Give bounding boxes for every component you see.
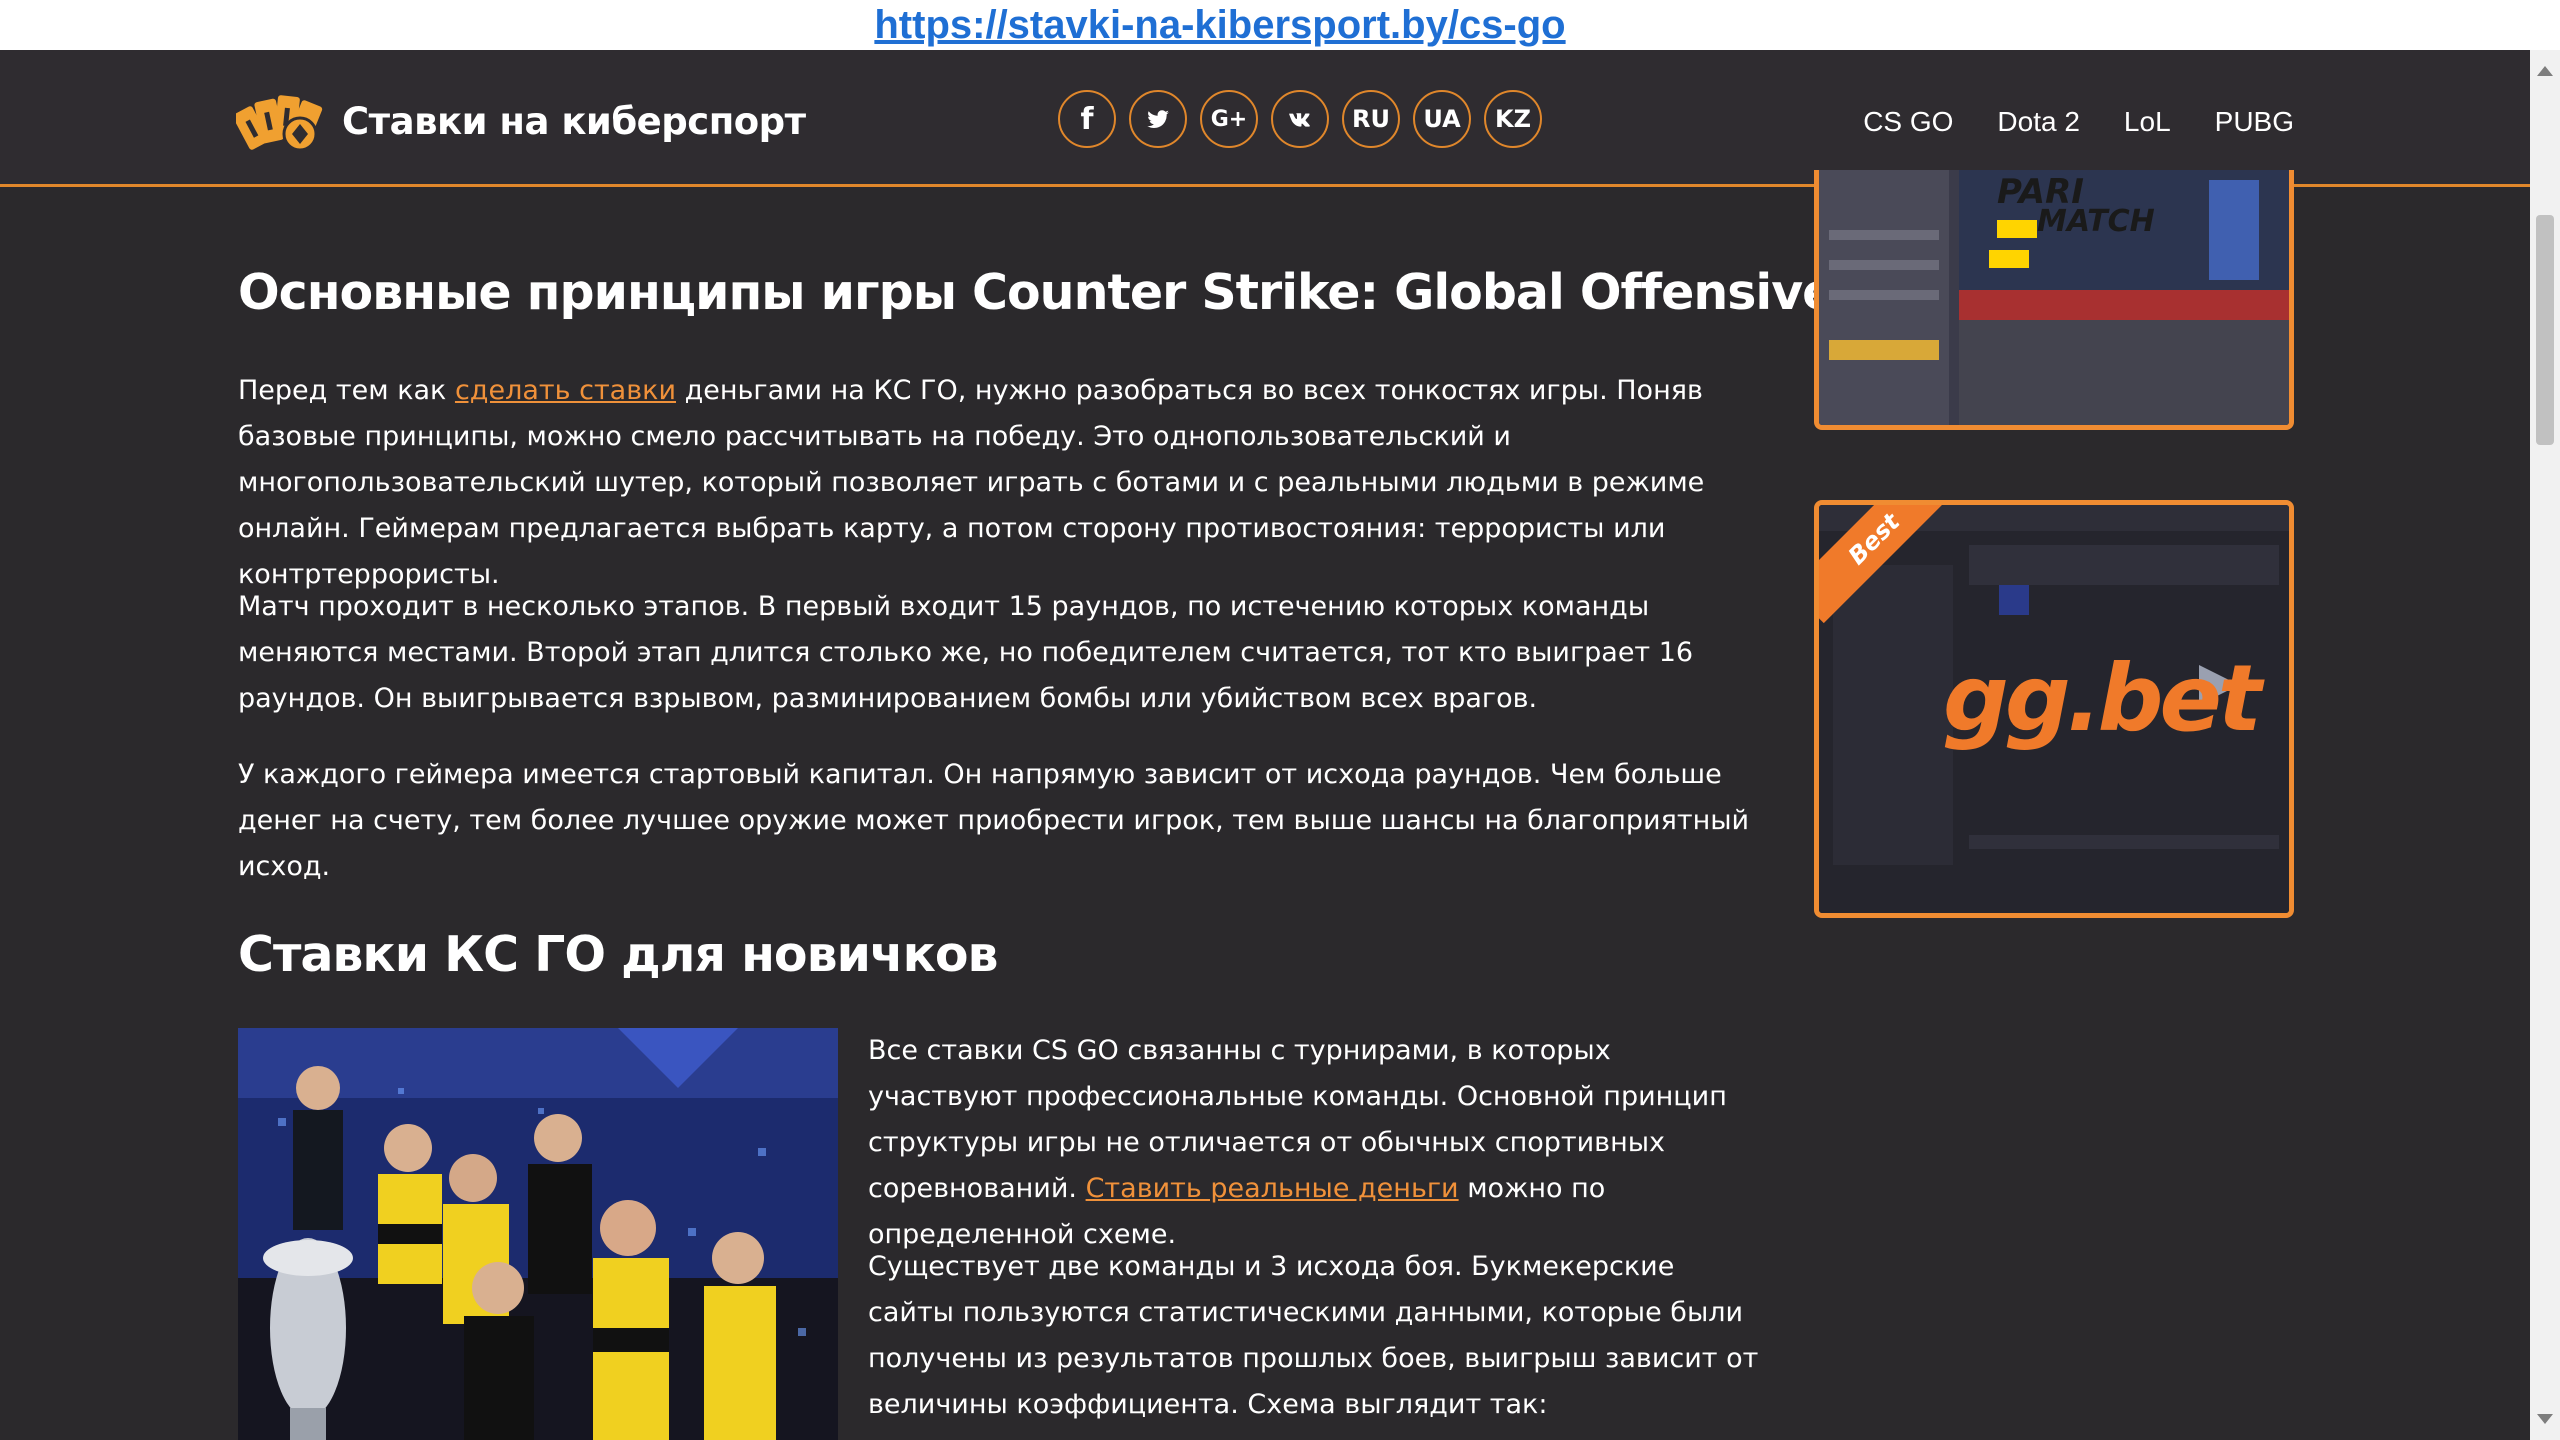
twitter-button[interactable] [1129, 90, 1187, 148]
paragraph-capital: У каждого геймера имеется стартовый капи… [238, 759, 1750, 882]
page-scrollbar[interactable] [2530, 50, 2560, 1440]
lang-ua-button[interactable]: UA [1413, 90, 1471, 148]
paragraph-tournaments: Все ставки CS GO связанны с турнирами, в… [868, 1028, 1768, 1258]
article-heading-beginners: Ставки КС ГО для новичков [238, 926, 999, 983]
google-plus-button[interactable]: G+ [1200, 90, 1258, 148]
social-links: f G+ RU UA KZ [1058, 90, 1542, 148]
nav-item-csgo[interactable]: CS GO [1863, 106, 1953, 138]
url-caption-bar: https://stavki-na-kibersport.by/cs-go [0, 0, 2560, 50]
nav-item-dota2[interactable]: Dota 2 [1997, 106, 2080, 138]
facebook-button[interactable]: f [1058, 90, 1116, 148]
article-heading-principles: Основные принципы игры Counter Strike: G… [238, 264, 1835, 321]
facebook-icon: f [1080, 101, 1094, 137]
cards-logo-icon[interactable] [236, 90, 332, 158]
scroll-thumb[interactable] [2536, 215, 2554, 445]
parimatch-brand-bottom: MATCH [2037, 204, 2155, 239]
paragraph-intro-rest: деньгами на КС ГО, нужно разобраться во … [238, 375, 1705, 590]
scroll-down-arrow-icon[interactable] [2537, 1414, 2553, 1424]
url-caption-link[interactable]: https://stavki-na-kibersport.by/cs-go [874, 0, 1565, 50]
lang-ru-button[interactable]: RU [1342, 90, 1400, 148]
make-bets-link[interactable]: сделать ставки [455, 375, 676, 406]
paragraph-intro: Перед тем как сделать ставки деньгами на… [238, 368, 1768, 598]
parimatch-banner[interactable]: PARI MATCH [1814, 170, 2294, 430]
google-plus-icon: G+ [1210, 106, 1248, 132]
real-money-link[interactable]: Ставить реальные деньги [1086, 1173, 1459, 1204]
team-photo-illustration [238, 1028, 838, 1440]
ggbet-banner[interactable]: Best gg.bet [1814, 500, 2294, 918]
site-name[interactable]: Ставки на киберспорт [342, 100, 806, 143]
scroll-up-arrow-icon[interactable] [2537, 66, 2553, 76]
twitter-icon [1147, 110, 1169, 129]
team-photo [238, 1028, 838, 1440]
nav-item-lol[interactable]: LoL [2124, 106, 2171, 138]
site-header: Ставки на киберспорт f G+ RU UA KZ CS GO… [0, 50, 2530, 187]
nav-item-pubg[interactable]: PUBG [2215, 106, 2294, 138]
ggbet-brand-logo: gg.bet [1943, 645, 2262, 752]
paragraph-intro-start: Перед тем как [238, 375, 455, 406]
vk-button[interactable] [1271, 90, 1329, 148]
paragraph-match-stages: Матч проходит в несколько этапов. В перв… [238, 591, 1694, 714]
lang-kz-button[interactable]: KZ [1484, 90, 1542, 148]
paragraph-outcomes: Существует две команды и 3 исхода боя. Б… [868, 1251, 1759, 1420]
main-nav: CS GO Dota 2 LoL PUBG [1863, 106, 2294, 138]
vk-icon [1289, 113, 1310, 127]
